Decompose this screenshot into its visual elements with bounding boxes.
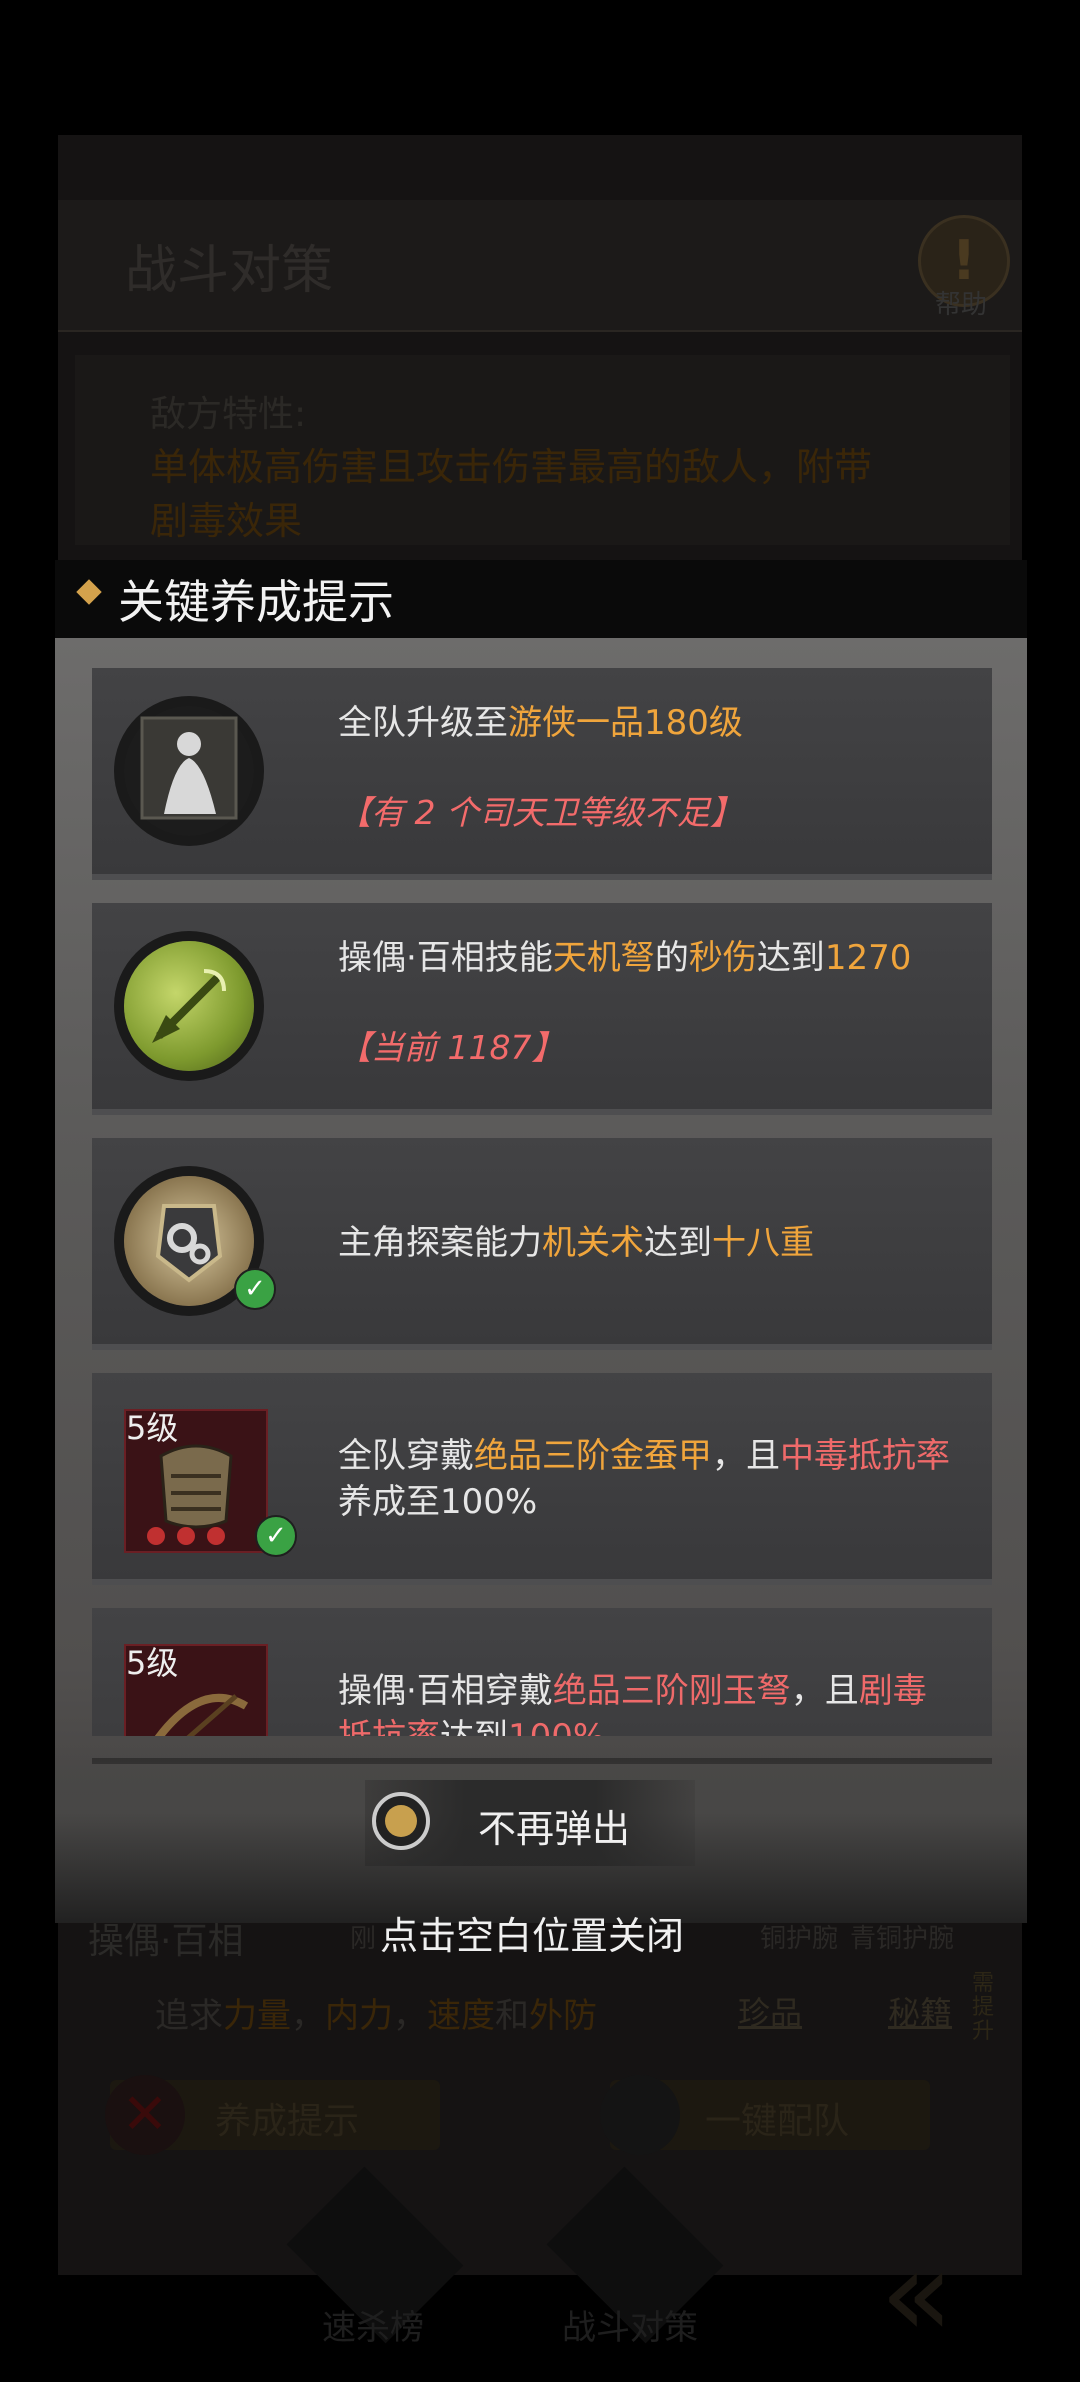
crossbow-skill-icon <box>124 941 254 1071</box>
close-x-icon: ✕ <box>105 2075 185 2155</box>
slot-label: 刚 <box>350 1924 377 1954</box>
tip-card[interactable]: 5级 操偶·百相穿戴绝品三阶刚玉弩，且剧毒抵抗率达到100% <box>92 1608 992 1736</box>
pursue-stats-text: 追求力量，内力，速度和外防 <box>155 1996 597 2036</box>
tip-text: 主角探案能力机关术达到十八重 <box>338 1223 814 1263</box>
dont-show-label[interactable]: 不再弹出 <box>478 1798 630 1853</box>
close-hint[interactable]: 点击空白位置关闭 <box>380 1905 684 1960</box>
secret-link: 秘籍 <box>888 1994 953 2032</box>
radio-dot-icon <box>385 1805 417 1837</box>
help-label: 帮助 <box>935 290 988 320</box>
tip-warning: 【有 2 个司天卫等级不足】 <box>338 793 743 832</box>
upgrade-tag: 需提升 <box>972 1971 995 2044</box>
rare-link: 珍品 <box>738 1994 803 2032</box>
tip-text: 全队升级至游侠一品180级 <box>338 703 743 743</box>
tip-card[interactable]: 5级 ✓ 全队穿戴绝品三阶金蚕甲，且中毒抵抗率养成至100% <box>92 1373 992 1585</box>
tip-text: 操偶·百相穿戴绝品三阶刚玉弩，且剧毒抵抗率达到100% <box>338 1671 927 1736</box>
tip-text: 全队穿戴绝品三阶金蚕甲，且中毒抵抗率养成至100% <box>338 1436 950 1522</box>
tip-card[interactable]: 操偶·百相技能天机弩的秒伤达到1270 【当前 1187】 <box>92 903 992 1115</box>
back-chevron-icon: « <box>880 2225 954 2364</box>
tip-text: 操偶·百相技能天机弩的秒伤达到1270 <box>338 938 912 978</box>
enemy-traits-label: 敌方特性: <box>150 394 307 435</box>
training-tip-label: 养成提示 <box>215 2101 360 2142</box>
hero-silhouette-icon <box>124 706 254 836</box>
tab-battle-strategy: 战斗对策 <box>562 2308 698 2348</box>
slot-label: 铜护腕 <box>760 1924 839 1954</box>
shield-icon <box>600 2075 680 2155</box>
completed-check-icon: ✓ <box>255 1515 297 1557</box>
item-level: 5级 <box>126 1644 179 1682</box>
modal-title: 关键养成提示 <box>118 575 394 629</box>
background-title: 战斗对策 <box>125 241 334 301</box>
auto-team-label: 一键配队 <box>705 2101 850 2142</box>
tip-warning: 【当前 1187】 <box>338 1028 565 1067</box>
item-level: 5级 <box>126 1409 179 1447</box>
enemy-traits-desc: 单体极高伤害且攻击伤害最高的敌人，附带剧毒效果 <box>150 445 873 543</box>
completed-check-icon: ✓ <box>234 1268 276 1310</box>
tip-card[interactable]: 全队升级至游侠一品180级 【有 2 个司天卫等级不足】 <box>92 668 992 880</box>
card-clip: 5级 操偶·百相穿戴绝品三阶刚玉弩，且剧毒抵抗率达到100% <box>0 1608 1080 1736</box>
tab-speed-kill: 速杀榜 <box>322 2308 424 2348</box>
slot-label: 青铜护腕 <box>850 1924 955 1954</box>
tip-card[interactable]: ✓ 主角探案能力机关术达到十八重 <box>92 1138 992 1350</box>
